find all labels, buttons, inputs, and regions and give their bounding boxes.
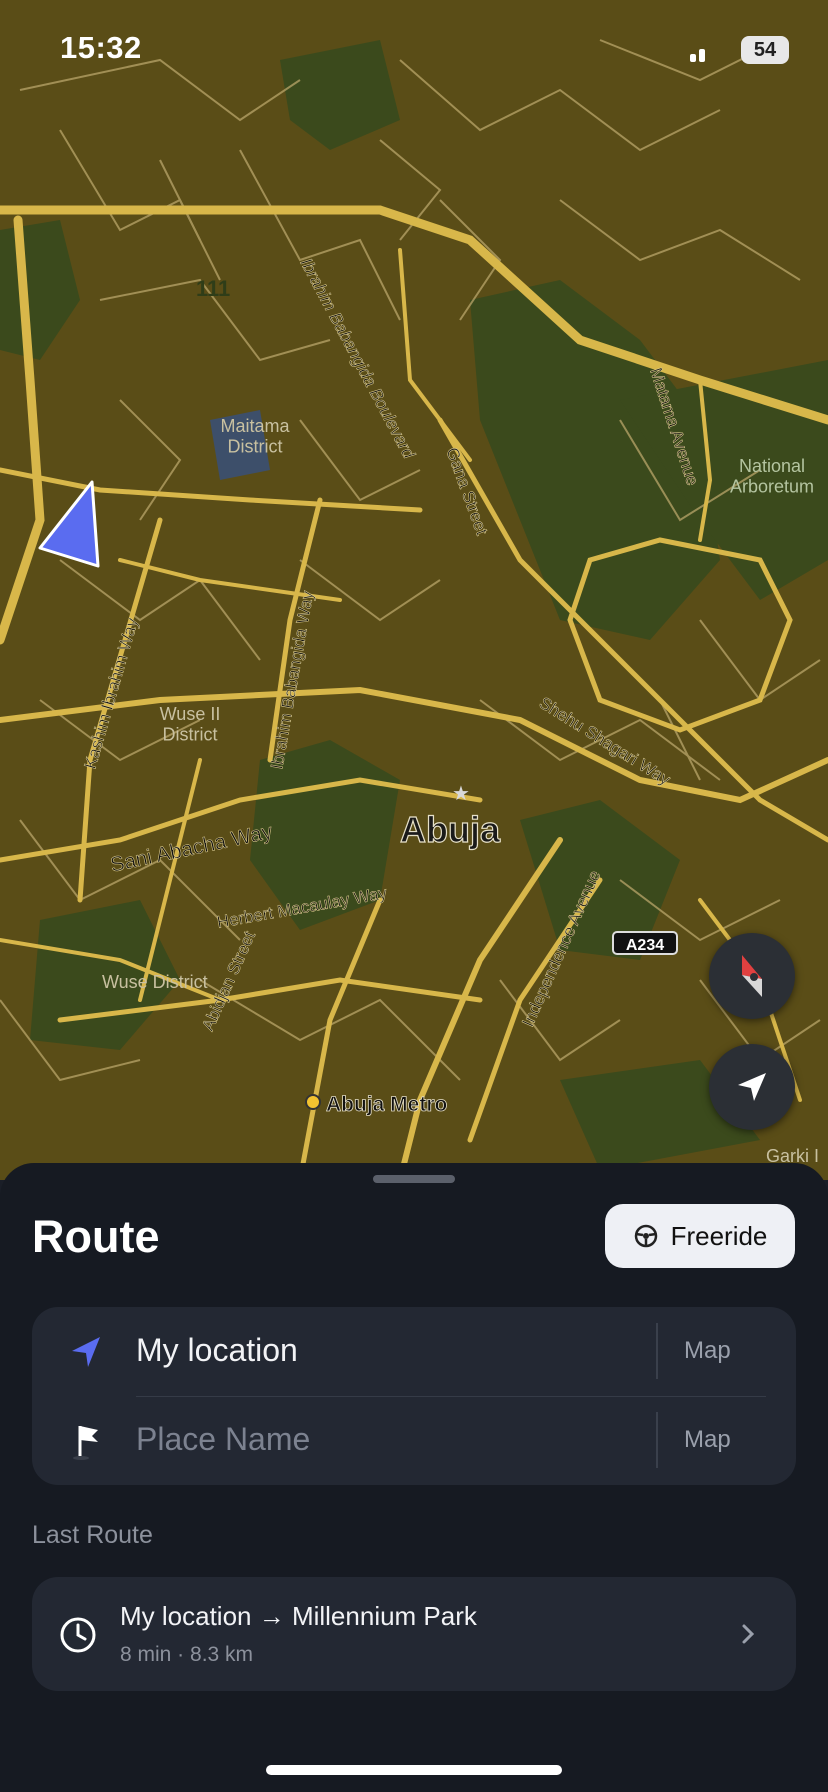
recenter-button[interactable] [709,1044,795,1130]
chevron-right-icon [742,1624,755,1644]
destination-map-button[interactable]: Map [684,1426,731,1454]
flag-icon [73,1426,98,1460]
label-abuja: Abuja [400,809,501,850]
compass-button[interactable] [709,933,795,1019]
signal-icon [690,44,714,62]
destination-field[interactable]: Place Name Map [32,1396,796,1485]
battery-icon: 54 [741,36,789,64]
destination-divider [656,1412,658,1468]
destination-input[interactable]: Place Name [136,1421,310,1458]
status-time: 15:32 [60,30,142,65]
route-sheet: Route Freeride My location Map Place Nam… [0,1163,828,1792]
origin-divider [656,1323,658,1379]
last-route-item[interactable]: My location → Millennium Park 8 min · 8.… [32,1577,796,1691]
sheet-title: Route [32,1211,160,1262]
clock-icon [60,1617,96,1653]
last-route-name: My location → Millennium Park [120,1601,477,1631]
label-wuse2: Wuse II District [160,704,221,745]
label-road-111: 111 [196,276,230,301]
origin-field[interactable]: My location Map [32,1307,796,1396]
city-star-icon: ★ [452,781,470,805]
last-route-heading: Last Route [32,1521,153,1549]
label-maitama: Maitama District [220,416,290,457]
freeride-button[interactable]: Freeride [605,1204,795,1268]
map-view[interactable]: ★ Ibrahim Babangida Boulevard Maitama Dis… [0,0,828,1180]
map-canvas[interactable]: ★ Ibrahim Babangida Boulevard Maitama Dis… [0,0,828,1180]
last-route-meta: 8 min · 8.3 km [120,1643,254,1666]
compass-icon [742,955,762,997]
label-national-arboretum: National Arboretum [730,456,814,497]
sheet-grabber[interactable] [373,1175,455,1183]
label-wuse: Wuse District [102,972,208,992]
home-indicator [266,1765,562,1775]
navigation-arrow-icon [72,1337,100,1367]
steering-wheel-icon [634,1224,657,1248]
label-a234: A234 [626,937,664,954]
origin-map-button[interactable]: Map [684,1337,731,1365]
metro-station-icon [305,1094,321,1110]
freeride-label: Freeride [670,1220,768,1251]
origin-value: My location [136,1332,298,1368]
locate-arrow-icon [738,1073,766,1101]
route-inputs-card: My location Map Place Name Map [32,1307,796,1485]
label-abuja-metro: Abuja Metro [326,1093,447,1116]
